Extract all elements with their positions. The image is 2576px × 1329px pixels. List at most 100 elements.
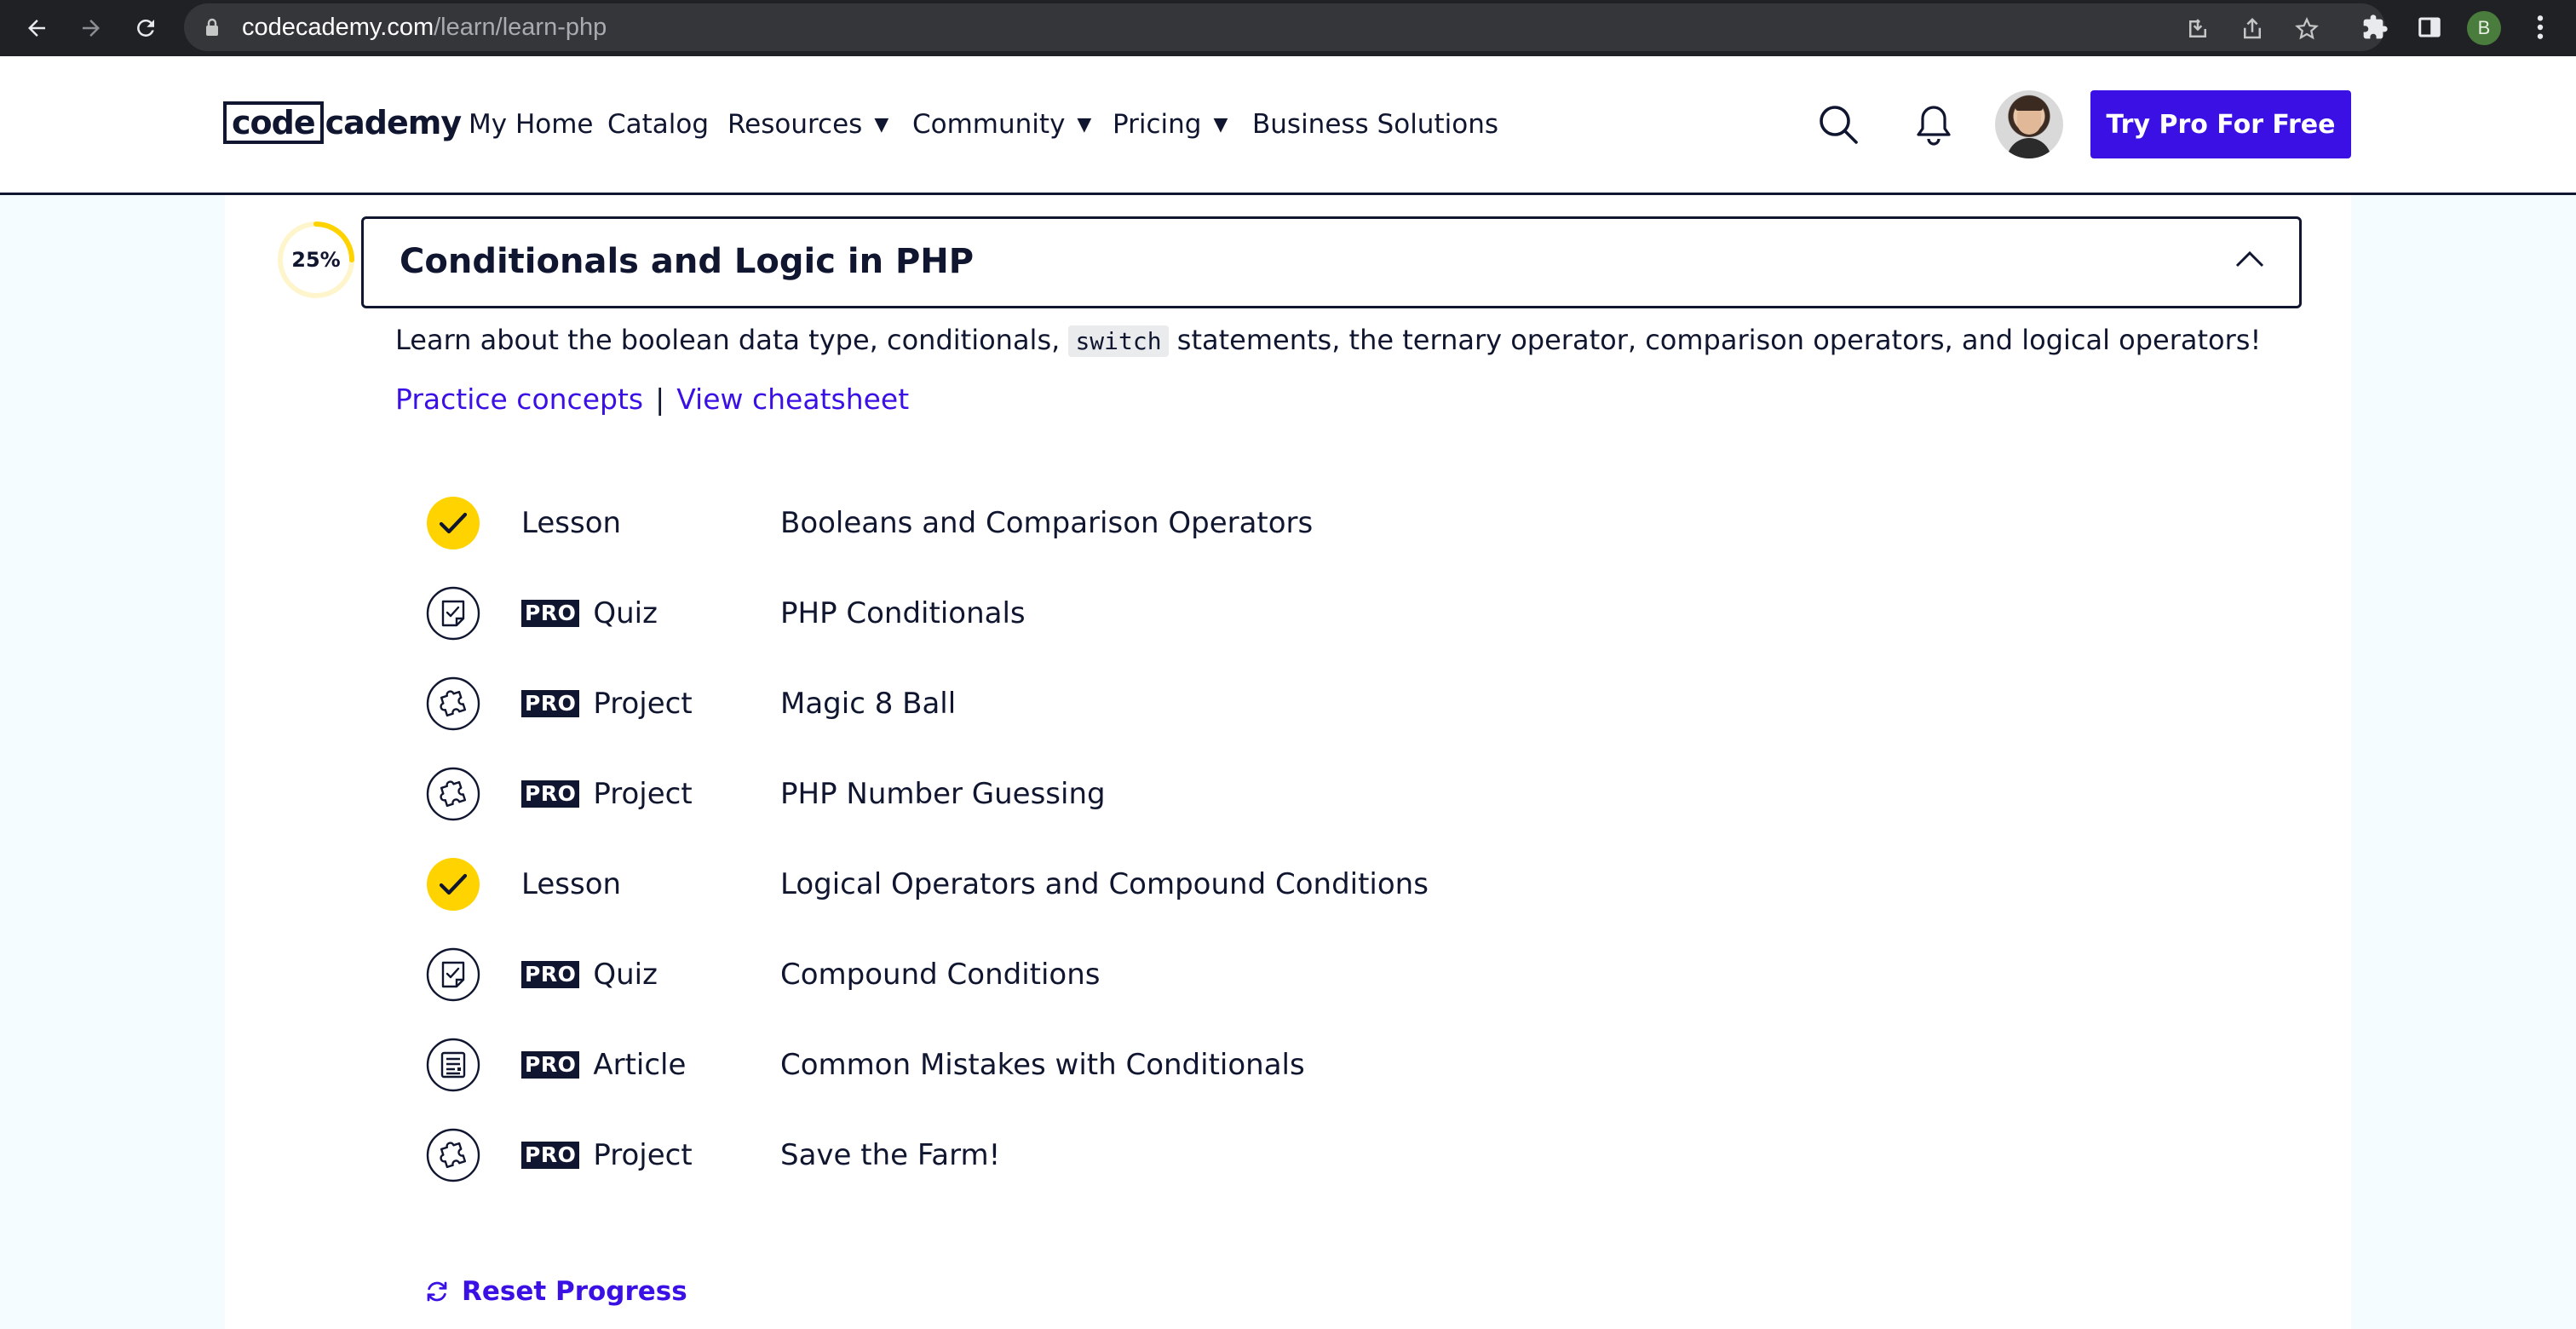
side-panel-icon (2418, 17, 2441, 37)
caret-down-icon: ▼ (1077, 113, 1092, 135)
pro-badge: PRO (521, 780, 580, 808)
module-item-row[interactable]: Lesson Logical Operators and Compound Con… (0, 854, 2576, 917)
reload-icon (137, 19, 154, 37)
progress-percent: 25% (291, 248, 341, 272)
browser-menu-button[interactable] (2523, 10, 2557, 44)
browser-toolbar: codecademy.com/learn/learn-php B (0, 0, 2576, 56)
kebab-menu-icon (2537, 15, 2544, 39)
description-text: Learn about the boolean data type, condi… (395, 324, 1061, 356)
module-links: Practice concepts | View cheatsheet (395, 382, 909, 417)
reload-button[interactable] (124, 7, 167, 49)
item-type-label: Project (593, 777, 693, 811)
item-title[interactable]: Save the Farm! (780, 1136, 1000, 1174)
install-app-button[interactable] (2182, 14, 2213, 44)
item-type: PRO Project (521, 1136, 693, 1174)
pro-badge: PRO (521, 600, 580, 627)
notifications-button[interactable] (1910, 101, 1958, 148)
logo-rest-text: cademy (325, 104, 463, 141)
article-icon (426, 1038, 480, 1092)
star-icon (2295, 17, 2319, 40)
item-type-label: Lesson (521, 506, 622, 540)
profile-avatar[interactable]: B (2467, 11, 2501, 45)
item-title[interactable]: PHP Conditionals (780, 595, 1026, 632)
nav-label: My Home (469, 109, 594, 140)
nav-label: Resources (727, 109, 863, 140)
caret-down-icon: ▼ (1213, 113, 1228, 135)
pro-badge: PRO (521, 961, 580, 988)
bookmark-button[interactable] (2291, 14, 2322, 44)
url-host: codecademy.com (242, 14, 434, 41)
nav-my-home[interactable]: My Home (469, 106, 594, 143)
url-path: /learn/learn-php (434, 14, 607, 41)
item-title[interactable]: Common Mistakes with Conditionals (780, 1046, 1305, 1084)
module-item-row[interactable]: PRO Quiz PHP Conditionals (0, 583, 2576, 646)
module-item-row[interactable]: PRO Quiz Compound Conditions (0, 944, 2576, 1007)
item-title[interactable]: Compound Conditions (780, 956, 1101, 993)
url-text: codecademy.com/learn/learn-php (242, 14, 607, 41)
item-type-label: Project (593, 1138, 693, 1172)
item-type-label: Project (593, 687, 693, 721)
item-type-label: Quiz (593, 958, 658, 992)
item-title[interactable]: Magic 8 Ball (780, 685, 956, 722)
item-type: PRO Project (521, 685, 693, 722)
item-title[interactable]: PHP Number Guessing (780, 775, 1106, 813)
user-avatar[interactable] (1995, 90, 2063, 158)
side-panel-button[interactable] (2412, 10, 2447, 44)
module-item-row[interactable]: PRO Project PHP Number Guessing (0, 763, 2576, 826)
module-item-row[interactable]: Lesson Booleans and Comparison Operators (0, 492, 2576, 555)
pro-badge: PRO (521, 1051, 580, 1079)
avatar-shirt (2007, 138, 2051, 158)
chevron-up-icon (2235, 250, 2264, 268)
puzzle-icon (426, 676, 480, 731)
refresh-icon (427, 1281, 447, 1302)
install-icon (2189, 19, 2206, 37)
reset-progress-button[interactable]: Reset Progress (424, 1273, 687, 1310)
practice-concepts-link[interactable]: Practice concepts (395, 383, 643, 416)
forward-button[interactable] (70, 7, 112, 49)
nav-resources[interactable]: Resources ▼ (727, 106, 888, 143)
puzzle-icon (426, 767, 480, 821)
item-type: PRO Article (521, 1046, 686, 1084)
module-item-row[interactable]: PRO Project Save the Farm! (0, 1125, 2576, 1188)
puzzle-icon (426, 1128, 480, 1182)
address-bar[interactable]: codecademy.com/learn/learn-php (184, 3, 2385, 51)
bell-icon (1917, 106, 1951, 146)
try-pro-button[interactable]: Try Pro For Free (2090, 90, 2351, 158)
check-icon (426, 857, 480, 912)
link-separator: | (655, 383, 665, 416)
item-type: PRO Quiz (521, 595, 658, 632)
item-type-label: Quiz (593, 596, 658, 630)
nav-label: Pricing (1113, 109, 1202, 140)
nav-label: Business Solutions (1252, 109, 1498, 140)
item-type-label: Lesson (521, 867, 622, 901)
site-header: code cademy My Home Catalog Resources ▼ Co… (0, 56, 2576, 195)
item-type: PRO Project (521, 775, 693, 813)
nav-community[interactable]: Community ▼ (912, 106, 1091, 143)
share-button[interactable] (2237, 14, 2268, 44)
view-cheatsheet-link[interactable]: View cheatsheet (676, 383, 909, 416)
module-header[interactable]: Conditionals and Logic in PHP (361, 216, 2302, 308)
nav-label: Community (912, 109, 1066, 140)
item-type-label: Article (593, 1048, 687, 1082)
nav-business-solutions[interactable]: Business Solutions (1252, 106, 1498, 143)
pro-badge: PRO (521, 690, 580, 717)
module-title: Conditionals and Logic in PHP (400, 242, 975, 281)
module-item-row[interactable]: PRO Article Common Mistakes with Condition… (0, 1034, 2576, 1097)
extensions-button[interactable] (2358, 10, 2392, 44)
check-icon (426, 496, 480, 550)
search-button[interactable] (1814, 101, 1862, 148)
arrow-right-icon (83, 20, 100, 37)
module-item-row[interactable]: PRO Project Magic 8 Ball (0, 673, 2576, 736)
back-button[interactable] (15, 7, 58, 49)
nav-pricing[interactable]: Pricing ▼ (1113, 106, 1228, 143)
nav-catalog[interactable]: Catalog (607, 106, 709, 143)
lock-icon (206, 18, 218, 36)
pro-badge: PRO (521, 1142, 580, 1169)
nav-label: Catalog (607, 109, 710, 140)
reset-progress-label: Reset Progress (462, 1276, 687, 1307)
module-progress-ring: 25% (276, 220, 356, 300)
item-title[interactable]: Logical Operators and Compound Condition… (780, 866, 1429, 903)
codecademy-logo[interactable]: code cademy (223, 97, 463, 148)
item-title[interactable]: Booleans and Comparison Operators (780, 504, 1313, 542)
quiz-icon (426, 586, 480, 641)
